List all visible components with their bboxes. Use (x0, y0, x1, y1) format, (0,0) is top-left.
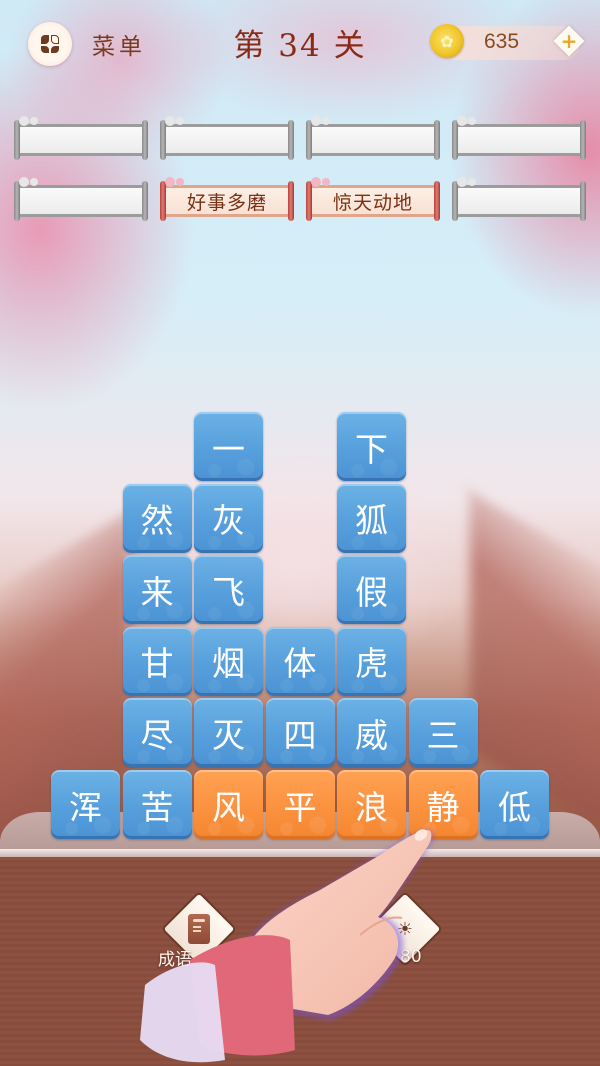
plus-icon: + (560, 29, 578, 53)
blossom-icon (311, 116, 333, 128)
tile[interactable]: 三 (408, 698, 478, 768)
tile[interactable]: 浑 (51, 770, 120, 839)
answer-word: 好事多磨 (186, 192, 267, 214)
tile[interactable]: 甘 (122, 626, 192, 696)
hint-icon: ☀ (396, 918, 414, 940)
add-coins-button[interactable]: + (553, 25, 585, 57)
answer-scroll-empty (160, 116, 294, 160)
dictionary-label: 成语 (158, 950, 192, 970)
tile[interactable]: 来 (122, 555, 192, 625)
tile-selected[interactable]: 平 (265, 770, 335, 839)
blossom-icon (19, 116, 41, 128)
answer-word: 惊天动地 (332, 192, 413, 214)
tile[interactable]: 四 (265, 698, 335, 768)
tile-selected[interactable]: 风 (194, 770, 263, 839)
answer-scroll-empty (14, 116, 148, 160)
tile[interactable]: 下 (337, 412, 406, 481)
blossom-icon (165, 116, 187, 128)
tile-selected[interactable]: 浪 (337, 770, 406, 839)
tile[interactable]: 威 (337, 698, 406, 768)
tile[interactable]: 低 (480, 770, 549, 839)
coin-count: 635 (484, 30, 520, 53)
shelf-edge (0, 849, 600, 857)
tile[interactable]: 苦 (122, 770, 192, 839)
blossom-icon (457, 177, 479, 189)
tile[interactable]: 飞 (194, 555, 263, 625)
tile[interactable]: 假 (337, 555, 406, 625)
tile[interactable]: 灰 (194, 483, 263, 553)
tile[interactable]: 虎 (337, 626, 406, 696)
answer-scroll-empty (306, 116, 440, 160)
book-icon (188, 914, 210, 944)
blossom-icon (19, 177, 41, 189)
hint-coin-icon (372, 952, 388, 968)
tile[interactable]: 然 (122, 483, 192, 553)
answer-scroll-solved: 惊天动地 (306, 177, 440, 221)
tile[interactable]: 狐 (337, 483, 406, 553)
answer-scroll-solved: 好事多磨 (160, 177, 294, 221)
bridge-floor (0, 857, 600, 1066)
tile[interactable]: 尽 (122, 698, 192, 768)
tile[interactable]: 灭 (194, 698, 263, 768)
answer-scroll-empty (452, 177, 586, 221)
blossom-icon (457, 116, 479, 128)
tile[interactable]: 一 (194, 412, 263, 481)
tile-selected[interactable]: 静 (408, 770, 478, 839)
coin-icon: ✿ (430, 24, 464, 58)
hint-cost: 80 (400, 947, 422, 967)
answer-scroll-empty (14, 177, 148, 221)
tile[interactable]: 烟 (194, 626, 263, 696)
tile[interactable]: 体 (265, 626, 335, 696)
answer-scroll-empty (452, 116, 586, 160)
